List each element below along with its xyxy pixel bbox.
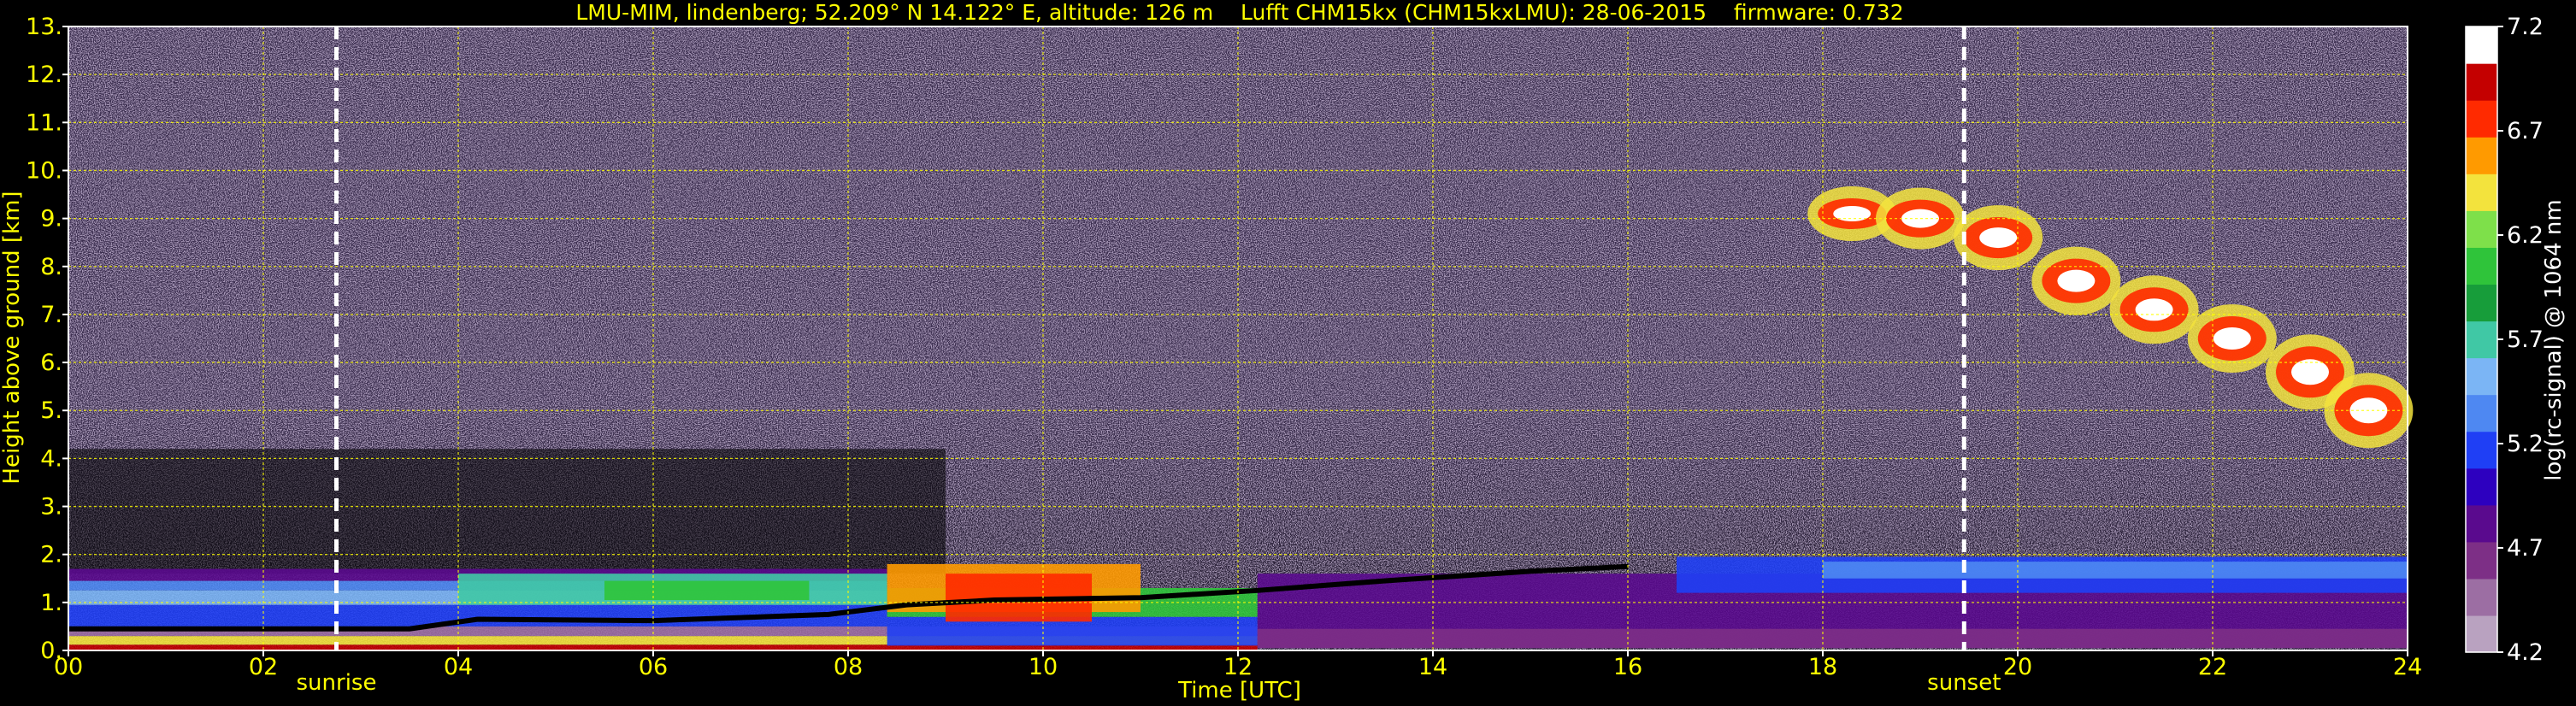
ceilometer-chart: sunrise sunset00 02 04 06 08 10 12 14 16 18 20 22 240… (0, 0, 2567, 703)
colorbar-segment (2466, 100, 2497, 138)
colorbar: 4.2 4.7 5.2 5.7 6.2 6.7 7.2 (2465, 14, 2544, 666)
colorbar-segment (2466, 174, 2497, 211)
colorbar-segment (2466, 137, 2497, 174)
x-tick-label: 18 (1808, 654, 1837, 680)
y-tick-label: 2. (40, 542, 62, 568)
colorbar-tick-label: 7.2 (2507, 14, 2544, 40)
signal-band (1823, 562, 2408, 579)
colorbar-tick-label: 4.2 (2507, 639, 2544, 666)
x-tick-label: 22 (2198, 654, 2227, 680)
y-tick-label: 4. (40, 445, 62, 472)
colorbar-segment (2466, 210, 2497, 248)
colorbar-tick-label: 6.2 (2507, 222, 2544, 249)
x-tick-label: 08 (834, 654, 863, 680)
y-tick-label: 11. (26, 109, 62, 136)
y-tick-label: 9. (40, 206, 62, 232)
colorbar-tick-label: 4.7 (2507, 535, 2544, 562)
signal-band (1257, 628, 2408, 649)
colorbar-segment (2466, 468, 2497, 506)
x-tick-label: 02 (249, 654, 278, 680)
x-tick-label: 16 (1613, 654, 1642, 680)
x-axis-label: Time [UTC] (1177, 678, 1301, 703)
y-tick-label: 6. (40, 350, 62, 376)
x-tick-label: 12 (1223, 654, 1253, 680)
x-tick-label: 14 (1418, 654, 1447, 680)
cloud-feature-peak (1833, 206, 1872, 221)
colorbar-segment (2466, 578, 2497, 616)
x-tick-label: 10 (1029, 654, 1058, 680)
x-tick-label: 06 (639, 654, 668, 680)
colorbar-segment (2466, 394, 2497, 432)
colorbar-segment (2466, 63, 2497, 101)
colorbar-segment (2466, 541, 2497, 580)
colorbar-tick-label: 6.7 (2507, 118, 2544, 144)
colorbar-segment (2466, 26, 2497, 64)
colorbar-label: log(rc-signal) @ 1064 nm (2541, 199, 2567, 480)
cloud-feature-peak (2057, 269, 2096, 292)
y-tick-label: 5. (40, 397, 62, 424)
colorbar-segment (2466, 357, 2497, 396)
y-tick-label: 3. (40, 494, 62, 521)
marker-label-sunrise: sunrise (297, 670, 377, 696)
y-axis-label: Height above ground [km] (0, 191, 25, 484)
chart-title: LMU-MIM, lindenberg; 52.209° N 14.122° E… (575, 0, 1903, 25)
colorbar-segment (2466, 615, 2497, 653)
colorbar-segment (2466, 504, 2497, 543)
colorbar-segment (2466, 284, 2497, 322)
cloud-feature-peak (2135, 298, 2173, 321)
cloud-feature-peak (2291, 359, 2329, 385)
y-tick-label: 1. (40, 590, 62, 616)
y-tick-label: 12. (26, 62, 62, 88)
colorbar-tick-label: 5.7 (2507, 327, 2544, 353)
y-tick-label: 10. (26, 157, 62, 184)
y-tick-label: 0. (40, 638, 62, 664)
marker-label-sunset: sunset (1927, 670, 2001, 696)
plot-area (68, 26, 2414, 650)
colorbar-segment (2466, 321, 2497, 359)
signal-band (604, 580, 810, 601)
cloud-feature-peak (1979, 227, 2018, 249)
y-tick-label: 13. (26, 14, 62, 40)
y-tick-label: 7. (40, 302, 62, 328)
colorbar-segment (2466, 431, 2497, 469)
x-tick-label: 20 (2003, 654, 2032, 680)
colorbar-segment (2466, 247, 2497, 285)
y-tick-label: 8. (40, 254, 62, 280)
colorbar-tick-label: 5.2 (2507, 431, 2544, 457)
x-tick-label: 24 (2393, 654, 2422, 680)
cloud-feature-peak (2213, 327, 2251, 350)
x-tick-label: 04 (444, 654, 473, 680)
